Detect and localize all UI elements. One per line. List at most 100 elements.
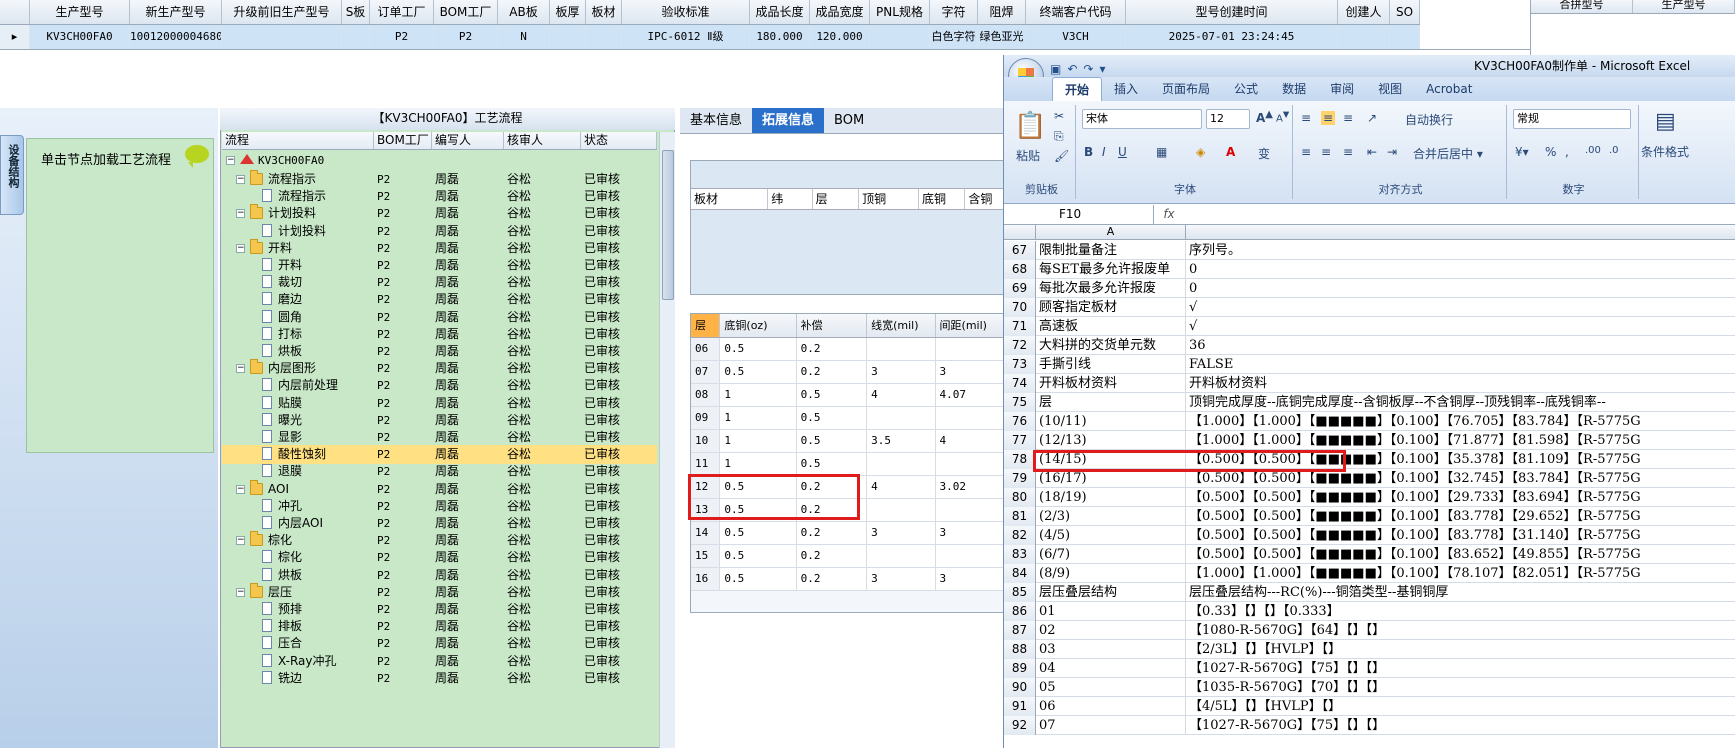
grid-col-header[interactable]: 创建人 <box>1338 0 1390 24</box>
layer-cell[interactable]: 3 <box>867 361 936 383</box>
tree-row[interactable]: 压合 P2 周磊 谷松 已审核 <box>222 634 657 653</box>
tree-row[interactable]: 计划投料 P2 周磊 谷松 已审核 <box>222 222 657 241</box>
grid-cell[interactable]: 180.000 <box>750 25 810 49</box>
grid-cell[interactable]: 10012000004680 <box>130 25 222 49</box>
tree-row[interactable]: 预排 P2 周磊 谷松 已审核 <box>222 600 657 619</box>
grid-cell[interactable] <box>1338 25 1390 49</box>
tree-row[interactable]: 棕化 P2 周磊 谷松 已审核 <box>222 548 657 567</box>
collapse-icon[interactable]: − <box>236 243 245 253</box>
collapse-icon[interactable]: − <box>226 156 235 165</box>
tree-row[interactable]: 排板 P2 周磊 谷松 已审核 <box>222 617 657 636</box>
board-col-header[interactable]: 顶铜 <box>859 189 919 209</box>
layer-cell[interactable]: 1 <box>720 407 797 429</box>
bold-icon[interactable]: B <box>1084 145 1093 159</box>
tree-row[interactable]: 烘板 P2 周磊 谷松 已审核 <box>222 566 657 585</box>
board-col-header[interactable]: 层 <box>813 189 860 209</box>
grid-col-header[interactable]: SO <box>1390 0 1420 24</box>
conditional-format-icon[interactable]: ▤ <box>1655 109 1676 134</box>
layer-cell[interactable]: 3 <box>867 522 936 544</box>
tree-row[interactable]: 贴膜 P2 周磊 谷松 已审核 <box>222 394 657 413</box>
paste-icon[interactable]: 📋 <box>1014 111 1046 141</box>
align-left-icon[interactable]: ≡ <box>1301 145 1311 159</box>
tree-root-row[interactable]: − KV3CH00FA0 <box>222 151 657 170</box>
row-number[interactable]: 75 <box>1004 393 1036 412</box>
cell-b[interactable]: 【4/5L】【】【HVLP】【】 <box>1187 697 1735 716</box>
board-col-header[interactable]: 纬 <box>768 189 813 209</box>
layer-cell[interactable]: 3 <box>936 522 1004 544</box>
tree-row[interactable]: − 计划投料 P2 周磊 谷松 已审核 <box>222 204 657 223</box>
grid-col-header[interactable]: 终端客户代码 <box>1026 0 1126 24</box>
layer-cell[interactable] <box>867 545 936 567</box>
cell-b[interactable]: 【1035-R-5670G】【70】【】【】 <box>1187 678 1735 697</box>
copy-icon[interactable]: ⎘ <box>1054 129 1064 144</box>
tree-row[interactable]: − AOI P2 周磊 谷松 已审核 <box>222 479 657 499</box>
merge-col-header[interactable]: 合拼型号 <box>1531 0 1633 13</box>
row-number[interactable]: 79 <box>1004 469 1036 488</box>
cell-b[interactable]: 【0.500】【0.500】【■■■■■】【0.100】【83.778】【31.… <box>1187 526 1735 545</box>
align-bottom-icon[interactable]: ≡ <box>1343 111 1353 125</box>
collapse-icon[interactable]: − <box>236 209 245 219</box>
layer-cell[interactable]: 3 <box>936 361 1004 383</box>
board-col-header[interactable]: 底铜 <box>919 189 966 209</box>
row-number[interactable]: 77 <box>1004 431 1036 450</box>
layer-cell[interactable] <box>867 453 936 475</box>
percent-icon[interactable]: % <box>1545 145 1556 159</box>
grid-col-header[interactable]: 验收标准 <box>622 0 750 24</box>
collapse-icon[interactable]: − <box>236 484 245 494</box>
row-number[interactable]: 90 <box>1004 678 1036 697</box>
decrease-indent-icon[interactable]: ⇤ <box>1367 145 1377 159</box>
cell-a[interactable]: 07 <box>1037 716 1186 735</box>
cell-a[interactable]: 高速板 <box>1037 317 1186 336</box>
tree-col-header[interactable]: 核审人 <box>504 132 581 149</box>
collapse-icon[interactable]: − <box>236 364 245 374</box>
grid-cell[interactable]: V3CH <box>1026 25 1126 49</box>
column-a-header[interactable]: A <box>1036 225 1186 240</box>
layer-cell[interactable] <box>867 338 936 360</box>
ribbon-tab[interactable]: 插入 <box>1102 77 1150 101</box>
tree-row[interactable]: 烘板 P2 周磊 谷松 已审核 <box>222 342 657 361</box>
tree-row[interactable]: 裁切 P2 周磊 谷松 已审核 <box>222 273 657 292</box>
layer-cell[interactable]: 0.5 <box>797 430 868 452</box>
row-number[interactable]: 72 <box>1004 336 1036 355</box>
layer-cell[interactable] <box>936 407 1004 429</box>
grid-cell[interactable]: 绿色亚光 <box>978 25 1026 49</box>
cell-b[interactable]: 0 <box>1187 279 1735 298</box>
tree-row[interactable]: 内层AOI P2 周磊 谷松 已审核 <box>222 514 657 533</box>
layer-col-header[interactable]: 补偿 <box>797 314 868 337</box>
model-grid-row[interactable]: ▸ KV3CH00FA0 10012000004680 P2 P2 N IPC-6012 Ⅱ… <box>0 25 1420 49</box>
tree-col-header[interactable]: 流程 <box>222 132 374 149</box>
tree-row[interactable]: 曝光 P2 周磊 谷松 已审核 <box>222 411 657 430</box>
conditional-format-label[interactable]: 条件格式 <box>1641 143 1689 160</box>
row-number[interactable]: 83 <box>1004 545 1036 564</box>
layer-col-header[interactable]: 间距(mil) <box>936 314 1004 337</box>
grid-col-header[interactable]: 生产型号 <box>30 0 130 24</box>
row-number[interactable]: 92 <box>1004 716 1036 735</box>
layer-cell[interactable]: 0.5 <box>797 407 868 429</box>
cell-b[interactable]: 【2/3L】【】【HVLP】【】 <box>1187 640 1735 659</box>
tree-row[interactable]: − 开料 P2 周磊 谷松 已审核 <box>222 238 657 258</box>
increase-decimal-icon[interactable]: .00 <box>1585 145 1601 156</box>
layer-col-header[interactable]: 线宽(mil) <box>867 314 936 337</box>
layer-cell[interactable]: 3.5 <box>867 430 936 452</box>
layer-cell[interactable]: 0.2 <box>797 361 868 383</box>
collapse-icon[interactable]: − <box>236 587 245 597</box>
cell-b[interactable]: 【0.500】【0.500】【■■■■■】【0.100】【83.652】【49.… <box>1187 545 1735 564</box>
tree-row[interactable]: 酸性蚀刻 P2 周磊 谷松 已审核 <box>222 445 657 465</box>
ribbon-tab[interactable]: 页面布局 <box>1150 77 1222 101</box>
cell-a[interactable]: 层 <box>1037 393 1186 412</box>
layer-cell[interactable]: 0.5 <box>797 453 868 475</box>
layer-cell[interactable] <box>936 545 1004 567</box>
scrollbar-thumb[interactable] <box>662 150 674 300</box>
layer-cell[interactable]: 06 <box>691 338 721 360</box>
cell-b[interactable]: 【1.000】【1.000】【■■■■■】【0.100】【71.877】【81.… <box>1187 431 1735 450</box>
tree-row[interactable]: 退膜 P2 周磊 谷松 已审核 <box>222 462 657 481</box>
grid-cell[interactable]: P2 <box>434 25 498 49</box>
board-col-header[interactable]: 含铜 <box>965 189 1005 209</box>
grid-col-header[interactable]: BOM工厂 <box>434 0 498 24</box>
row-number[interactable]: 74 <box>1004 374 1036 393</box>
grid-col-header[interactable]: AB板 <box>498 0 550 24</box>
tree-row[interactable]: X-Ray冲孔 P2 周磊 谷松 已审核 <box>222 652 657 671</box>
layer-cell[interactable]: 0.2 <box>797 338 868 360</box>
grid-col-header[interactable]: 字符 <box>930 0 978 24</box>
tree-row[interactable]: 磨边 P2 周磊 谷松 已审核 <box>222 290 657 309</box>
